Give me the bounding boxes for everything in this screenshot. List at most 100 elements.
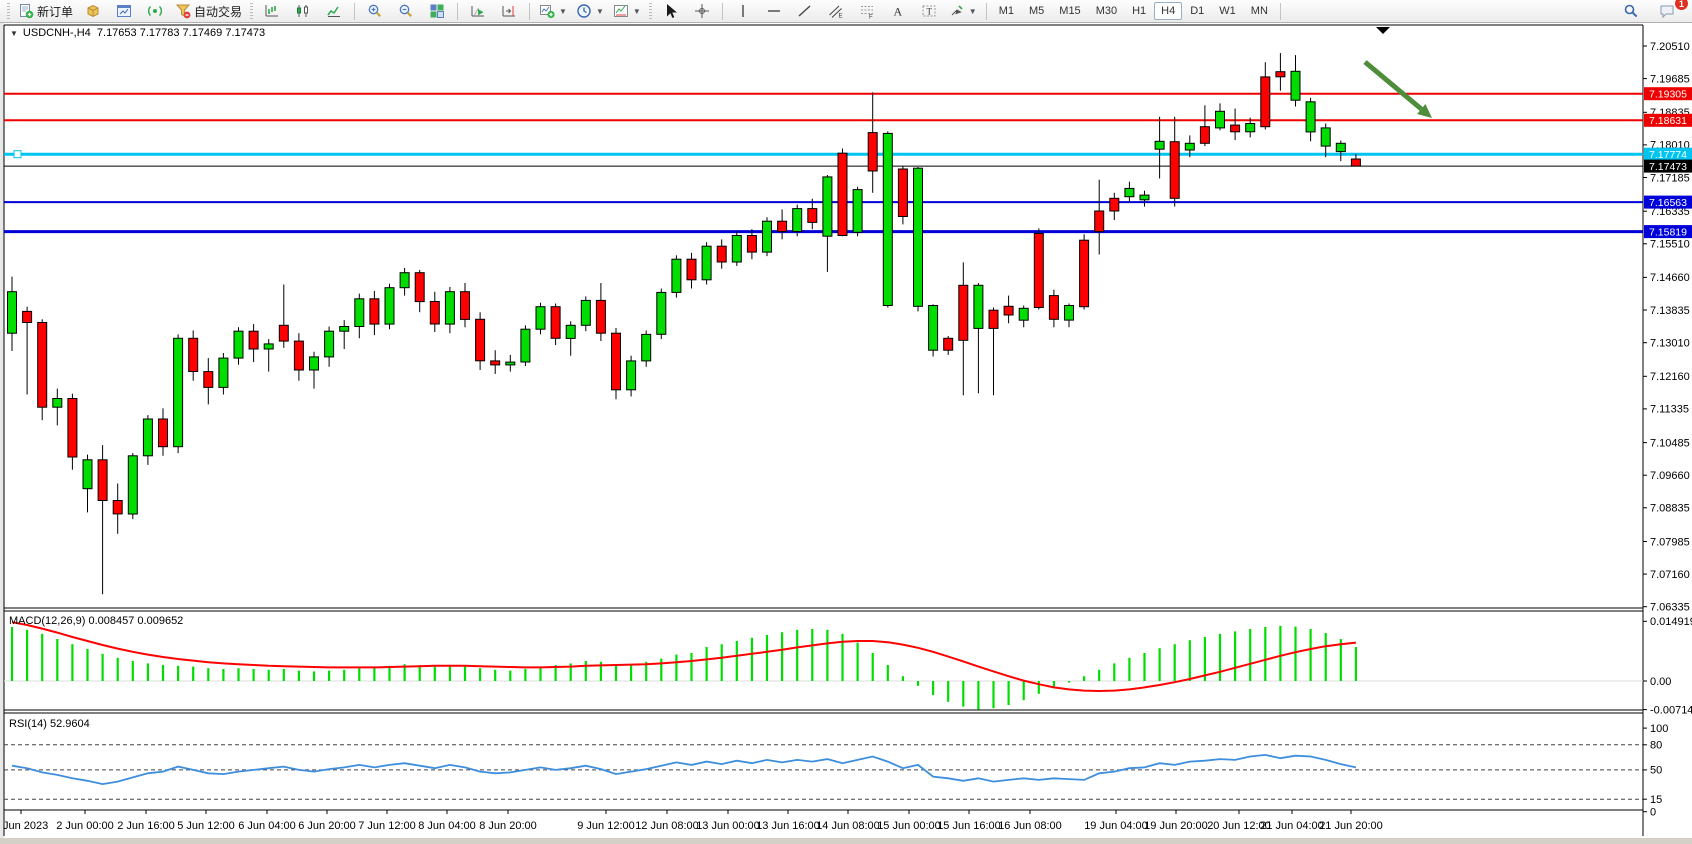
svg-text:7.08835: 7.08835 bbox=[1650, 503, 1690, 515]
trendline-icon bbox=[797, 3, 813, 19]
svg-text:F: F bbox=[869, 15, 873, 20]
arrow-objects-icon bbox=[949, 3, 965, 19]
tf-m5-button[interactable]: M5 bbox=[1022, 2, 1051, 20]
channel-tool-button[interactable]: E bbox=[821, 0, 851, 22]
indicators-icon bbox=[539, 3, 555, 19]
svg-text:100: 100 bbox=[1650, 723, 1668, 735]
svg-text:16 Jun 08:00: 16 Jun 08:00 bbox=[998, 820, 1062, 832]
zoom-out-button[interactable] bbox=[391, 0, 421, 22]
svg-text:0.00: 0.00 bbox=[1650, 676, 1671, 688]
equidistant-channel-icon: E bbox=[828, 3, 844, 19]
svg-text:7.17473: 7.17473 bbox=[1649, 161, 1687, 173]
tile-windows-icon bbox=[429, 3, 445, 19]
market-watch-button[interactable] bbox=[78, 0, 108, 22]
horizontal-line-tool-button[interactable] bbox=[759, 0, 789, 22]
zoom-in-button[interactable] bbox=[360, 0, 390, 22]
notifications-button[interactable]: 1 bbox=[1652, 0, 1682, 22]
toolbar-grip[interactable] bbox=[250, 3, 253, 19]
macd-values: 0.008457 0.009652 bbox=[88, 615, 183, 627]
tf-mn-button[interactable]: MN bbox=[1244, 2, 1275, 20]
svg-text:8 Jun 04:00: 8 Jun 04:00 bbox=[418, 820, 476, 832]
new-chart-button[interactable] bbox=[109, 0, 139, 22]
clock-icon bbox=[576, 3, 592, 19]
svg-text:0: 0 bbox=[1650, 807, 1656, 819]
svg-text:7.13835: 7.13835 bbox=[1650, 305, 1690, 317]
candle bbox=[914, 167, 923, 311]
vertical-line-tool-button[interactable] bbox=[728, 0, 758, 22]
candle bbox=[853, 187, 862, 237]
svg-text:A: A bbox=[893, 5, 902, 19]
tf-m1-button[interactable]: M1 bbox=[992, 2, 1021, 20]
svg-text:13 Jun 16:00: 13 Jun 16:00 bbox=[756, 820, 820, 832]
svg-text:7.17185: 7.17185 bbox=[1650, 172, 1690, 184]
tf-h4-button[interactable]: H4 bbox=[1154, 2, 1182, 20]
bar-chart-mode-button[interactable] bbox=[257, 0, 287, 22]
fibonacci-tool-button[interactable]: F bbox=[852, 0, 882, 22]
cursor-icon bbox=[663, 3, 679, 19]
chat-bubble-icon bbox=[1659, 3, 1675, 19]
tile-windows-button[interactable] bbox=[422, 0, 452, 22]
autotrade-icon bbox=[175, 3, 191, 19]
text-tool-button[interactable]: A bbox=[883, 0, 913, 22]
candlestick-mode-button[interactable] bbox=[288, 0, 318, 22]
text-label-tool-button[interactable]: T bbox=[914, 0, 944, 22]
line-chart-mode-button[interactable] bbox=[319, 0, 349, 22]
macd-title: MACD(12,26,9) bbox=[9, 615, 85, 627]
tf-h1-button[interactable]: H1 bbox=[1125, 2, 1153, 20]
svg-text:80: 80 bbox=[1650, 740, 1662, 752]
zoom-in-icon bbox=[367, 3, 383, 19]
svg-text:13 Jun 00:00: 13 Jun 00:00 bbox=[696, 820, 760, 832]
svg-text:19 Jun 20:00: 19 Jun 20:00 bbox=[1144, 820, 1208, 832]
search-button[interactable] bbox=[1616, 0, 1646, 22]
chart-shift-button[interactable] bbox=[494, 0, 524, 22]
indicators-button[interactable]: ▼ bbox=[535, 0, 571, 22]
svg-text:8 Jun 20:00: 8 Jun 20:00 bbox=[479, 820, 537, 832]
svg-text:15 Jun 16:00: 15 Jun 16:00 bbox=[937, 820, 1001, 832]
toolbar-grip[interactable] bbox=[649, 3, 652, 19]
rsi-indicator-label: RSI(14) 52.9604 bbox=[9, 718, 90, 730]
rsi-title: RSI(14) bbox=[9, 718, 47, 730]
trendline-tool-button[interactable] bbox=[790, 0, 820, 22]
svg-text:7.09660: 7.09660 bbox=[1650, 470, 1690, 482]
periods-dropdown-caret[interactable]: ▼ bbox=[596, 7, 604, 16]
tf-d1-button[interactable]: D1 bbox=[1183, 2, 1211, 20]
periods-button[interactable]: ▼ bbox=[572, 0, 608, 22]
zoom-out-icon bbox=[398, 3, 414, 19]
arrows-tool-button[interactable]: ▼ bbox=[945, 0, 981, 22]
chart-canvas[interactable]: 7.205107.196857.188357.180107.171857.163… bbox=[0, 0, 1692, 844]
templates-dropdown-caret[interactable]: ▼ bbox=[633, 7, 641, 16]
window-left-edge bbox=[0, 23, 4, 838]
candle bbox=[612, 328, 621, 399]
cursor-tool-button[interactable] bbox=[656, 0, 686, 22]
indicators-dropdown-caret[interactable]: ▼ bbox=[559, 7, 567, 16]
autotrade-button[interactable]: 自动交易 bbox=[171, 0, 246, 22]
tf-m30-button[interactable]: M30 bbox=[1089, 2, 1124, 20]
crosshair-tool-button[interactable] bbox=[687, 0, 717, 22]
arrows-dropdown-caret[interactable]: ▼ bbox=[969, 7, 977, 16]
window-bottom-edge bbox=[0, 838, 1692, 844]
svg-text:7.12160: 7.12160 bbox=[1650, 371, 1690, 383]
svg-text:7.19305: 7.19305 bbox=[1649, 89, 1687, 101]
toolbar-grip[interactable] bbox=[7, 3, 10, 19]
templates-button[interactable]: ▼ bbox=[609, 0, 645, 22]
candle bbox=[128, 453, 137, 519]
svg-text:7.13010: 7.13010 bbox=[1650, 338, 1690, 350]
new-order-icon bbox=[18, 3, 34, 19]
svg-text:6 Jun 04:00: 6 Jun 04:00 bbox=[238, 820, 296, 832]
ohlc-quotes-label: 7.17653 7.17783 7.17469 7.17473 bbox=[97, 27, 265, 39]
cube-icon bbox=[85, 3, 101, 19]
svg-text:7.17774: 7.17774 bbox=[1649, 149, 1687, 161]
chart-collapse-icon[interactable]: ▼ bbox=[10, 29, 18, 38]
tf-w1-button[interactable]: W1 bbox=[1212, 2, 1243, 20]
svg-text:50: 50 bbox=[1650, 765, 1662, 777]
notification-count-badge: 1 bbox=[1674, 0, 1689, 11]
tf-m15-button[interactable]: M15 bbox=[1052, 2, 1087, 20]
auto-scroll-button[interactable] bbox=[463, 0, 493, 22]
svg-text:7.15510: 7.15510 bbox=[1650, 239, 1690, 251]
svg-text:21 Jun 04:00: 21 Jun 04:00 bbox=[1260, 820, 1324, 832]
new-order-button[interactable]: 新订单 bbox=[14, 0, 77, 22]
line-selection-handle[interactable] bbox=[14, 151, 21, 158]
macd-indicator-label: MACD(12,26,9) 0.008457 0.009652 bbox=[9, 615, 183, 627]
signals-button[interactable] bbox=[140, 0, 170, 22]
candle bbox=[1080, 234, 1089, 309]
